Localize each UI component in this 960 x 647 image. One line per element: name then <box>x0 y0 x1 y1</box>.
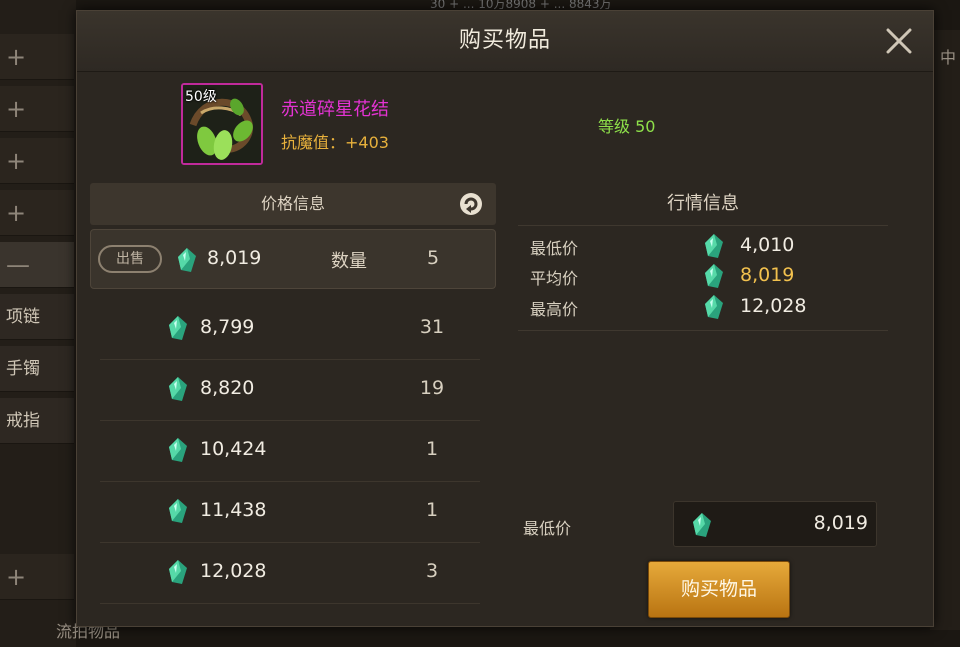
background-right-panel <box>930 30 960 630</box>
purchase-price-value: 8,019 <box>813 512 868 534</box>
sell-quantity: 5 <box>426 247 440 269</box>
sidebar-expand-button[interactable]: + <box>0 86 74 132</box>
listing-row[interactable]: 8,820 19 <box>100 359 480 421</box>
sidebar-item-necklace[interactable]: 项链 <box>0 294 74 340</box>
listing-row[interactable]: 10,424 1 <box>100 420 480 482</box>
gem-icon <box>169 438 187 462</box>
gem-icon <box>705 264 723 288</box>
market-max-label: 最高价 <box>530 300 579 319</box>
listing-price: 8,799 <box>200 316 255 338</box>
purchase-price-field[interactable]: 8,019 <box>673 501 877 547</box>
gem-icon <box>169 377 187 401</box>
sell-price: 8,019 <box>207 247 262 269</box>
sell-button[interactable]: 出售 <box>98 245 162 273</box>
price-info-title: 价格信息 <box>260 194 325 213</box>
sell-row[interactable]: 出售 8,019 数量 5 <box>90 229 496 289</box>
listing-quantity: 31 <box>419 316 445 338</box>
refresh-icon[interactable] <box>458 191 484 217</box>
market-max-value: 12,028 <box>740 295 807 317</box>
item-icon: 50级 <box>181 83 263 165</box>
listing-price: 12,028 <box>200 560 267 582</box>
buy-item-dialog: 购买物品 50级 赤道碎星花结 抗魔值：+403 等级 50 价格信息 出售 8… <box>76 10 934 627</box>
purchase-min-label: 最低价 <box>523 519 572 538</box>
quantity-label: 数量 <box>331 251 367 272</box>
gem-icon <box>705 295 723 319</box>
market-avg-value: 8,019 <box>740 264 795 286</box>
price-info-header: 价格信息 <box>90 183 496 225</box>
gem-icon <box>178 248 196 272</box>
buy-button[interactable]: 购买物品 <box>648 561 790 618</box>
market-min-label: 最低价 <box>530 239 579 258</box>
item-level-badge: 50级 <box>185 89 217 105</box>
market-info-title: 行情信息 <box>667 193 739 214</box>
sidebar-expand-button[interactable]: + <box>0 554 74 600</box>
divider <box>518 330 888 331</box>
item-level: 等级 50 <box>598 117 656 136</box>
gem-icon <box>705 234 723 258</box>
gem-icon <box>169 560 187 584</box>
listing-row[interactable]: 11,438 1 <box>100 481 480 543</box>
listing-quantity: 3 <box>425 560 439 582</box>
sidebar-item-bracelet[interactable]: 手镯 <box>0 346 74 392</box>
listing-row[interactable]: 12,028 3 <box>100 542 480 604</box>
background-top-fragment: 30 + ... 10万8908 + ... 8843万 <box>430 0 612 10</box>
listing-price: 8,820 <box>200 377 255 399</box>
divider <box>518 225 888 226</box>
listing-price: 11,438 <box>200 499 267 521</box>
close-icon[interactable] <box>883 25 915 57</box>
sidebar-collapse-button[interactable]: — <box>0 242 74 288</box>
sidebar-expand-button[interactable]: + <box>0 190 74 236</box>
market-avg-label: 平均价 <box>530 269 579 288</box>
item-name: 赤道碎星花结 <box>281 99 389 120</box>
sidebar-expand-button[interactable]: + <box>0 138 74 184</box>
sidebar-item-ring[interactable]: 戒指 <box>0 398 74 444</box>
background-right-text: 中 <box>939 48 956 67</box>
item-stat: 抗魔值：+403 <box>281 133 389 152</box>
listing-row[interactable]: 8,799 31 <box>100 298 480 360</box>
listing-quantity: 1 <box>425 438 439 460</box>
price-info-panel: 价格信息 出售 8,019 数量 5 8,799 31 8,820 19 10,… <box>90 183 496 604</box>
gem-icon <box>169 499 187 523</box>
dialog-title: 购买物品 <box>458 28 551 53</box>
sidebar-expand-button[interactable]: + <box>0 34 74 80</box>
listing-price: 10,424 <box>200 438 267 460</box>
gem-icon <box>169 316 187 340</box>
listing-quantity: 19 <box>419 377 445 399</box>
listing-quantity: 1 <box>425 499 439 521</box>
market-min-value: 4,010 <box>740 234 795 256</box>
gem-icon <box>693 513 711 537</box>
